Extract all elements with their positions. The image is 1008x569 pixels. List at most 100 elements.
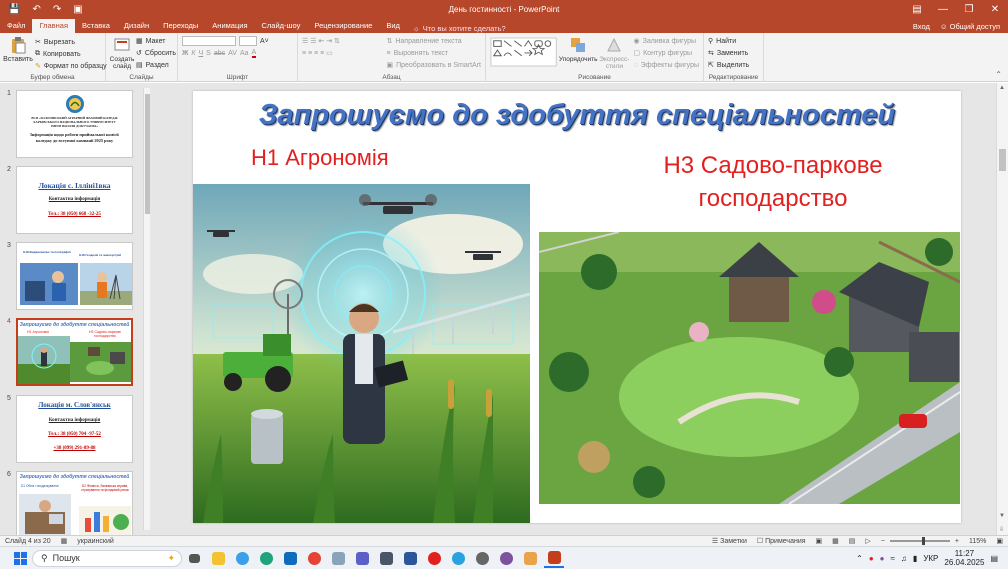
bold-button[interactable]: Ж: [182, 50, 188, 57]
strikethrough-button[interactable]: abc: [214, 50, 225, 57]
taskbar-app-calculator[interactable]: [376, 548, 396, 568]
tab-home[interactable]: Главная: [32, 19, 75, 33]
volume-icon[interactable]: ♫: [901, 554, 907, 563]
clock[interactable]: 11:27 26.04.2025: [944, 549, 984, 567]
font-name-field[interactable]: [182, 36, 236, 46]
shadow-button[interactable]: S: [206, 50, 211, 57]
format-painter-button[interactable]: ✎ Формат по образцу: [35, 60, 107, 72]
select-button[interactable]: ⇱ Выделить: [708, 59, 759, 71]
sign-in-link[interactable]: Вход: [913, 20, 930, 33]
slideshow-icon[interactable]: ▷: [860, 537, 875, 545]
zoom-in-icon[interactable]: +: [950, 538, 964, 545]
reset-button[interactable]: ↺ Сбросить: [136, 47, 176, 59]
font-size-field[interactable]: [239, 36, 257, 46]
reading-view-icon[interactable]: ▤: [844, 537, 861, 545]
specialty-landscape[interactable]: Н3 Садово-паркове господарство: [603, 149, 943, 215]
slide-sorter-icon[interactable]: ▦: [827, 537, 844, 545]
collapse-ribbon-icon[interactable]: ⌃: [995, 70, 1002, 79]
spacing-button[interactable]: AV: [228, 50, 237, 57]
next-slide-icon[interactable]: ⇩: [999, 526, 1004, 533]
cut-button[interactable]: ✂ Вырезать: [35, 36, 107, 48]
taskbar-app-opera[interactable]: [424, 548, 444, 568]
align-buttons[interactable]: ≡ ≡ ≡ ≡ ▭: [302, 47, 382, 59]
find-button[interactable]: ⚲ Найти: [708, 35, 759, 47]
present-icon[interactable]: ▣: [73, 4, 82, 15]
shape-fill-button[interactable]: ◉ Заливка фигуры: [633, 35, 699, 47]
shape-effects-button[interactable]: ◌ Эффекты фигуры: [633, 59, 699, 71]
input-language[interactable]: УКР: [923, 554, 938, 563]
save-icon[interactable]: 💾: [8, 4, 20, 15]
wifi-icon[interactable]: ≈: [891, 554, 895, 563]
taskbar-app-file-explorer[interactable]: [208, 548, 228, 568]
battery-icon[interactable]: ▮: [913, 554, 917, 563]
taskbar-app-chrome[interactable]: [304, 548, 324, 568]
thumbnail-scrollbar[interactable]: [143, 88, 150, 530]
taskbar-search[interactable]: ⚲ Пошук ✦: [32, 549, 182, 567]
tell-me-box[interactable]: ☼ Что вы хотите сделать?: [407, 24, 506, 33]
list-buttons[interactable]: ☰ ☰ ⇤ ⇥ ⇅: [302, 35, 382, 47]
share-button[interactable]: ☺ Общий доступ: [940, 20, 1000, 33]
zoom-slider[interactable]: [889, 537, 950, 545]
spellcheck-icon[interactable]: ▦: [56, 537, 73, 545]
taskbar-app-edge[interactable]: [256, 548, 276, 568]
specialty-agronomy[interactable]: Н1 Агрономія: [251, 145, 389, 171]
tab-slideshow[interactable]: Слайд-шоу: [255, 19, 308, 33]
notes-button[interactable]: ☰ Заметки: [707, 537, 752, 545]
tab-animations[interactable]: Анимация: [205, 19, 254, 33]
fit-slide-icon[interactable]: ▣: [991, 537, 1008, 545]
taskbar-app-copilot[interactable]: [232, 548, 252, 568]
taskbar-app-viber[interactable]: [496, 548, 516, 568]
scroll-down-icon[interactable]: ▼: [999, 513, 1005, 519]
ribbon-display-icon[interactable]: ▤: [904, 0, 930, 19]
normal-view-icon[interactable]: ▣: [811, 537, 828, 545]
align-text-button[interactable]: ≡ Выровнять текст: [386, 47, 481, 59]
zoom-out-icon[interactable]: −: [876, 538, 890, 545]
tray-app-icon[interactable]: ●: [880, 554, 885, 563]
restore-icon[interactable]: ❐: [956, 0, 982, 19]
italic-button[interactable]: К: [191, 50, 195, 57]
replace-button[interactable]: ⇆ Заменить: [708, 47, 759, 59]
start-button[interactable]: [10, 548, 30, 568]
task-view-button[interactable]: [184, 548, 204, 568]
text-direction-button[interactable]: ⇅ Направление текста: [386, 35, 481, 47]
tab-transitions[interactable]: Переходы: [156, 19, 205, 33]
tab-design[interactable]: Дизайн: [117, 19, 156, 33]
thumbnail-scroll-thumb[interactable]: [145, 94, 150, 214]
vertical-scrollbar[interactable]: ▲ ▼ ⇩: [996, 83, 1008, 535]
tab-file[interactable]: Файл: [0, 19, 32, 33]
section-button[interactable]: ▤ Раздел: [136, 59, 176, 71]
undo-icon[interactable]: ↶: [32, 4, 40, 15]
taskbar-app-powerpoint[interactable]: [544, 548, 564, 568]
notifications-icon[interactable]: ▤: [990, 554, 998, 563]
grow-font-icon[interactable]: A˅: [260, 38, 269, 45]
taskbar-app-telegram[interactable]: [448, 548, 468, 568]
close-icon[interactable]: ✕: [982, 0, 1008, 19]
language-indicator[interactable]: украинский: [72, 538, 119, 545]
agronomy-image[interactable]: [193, 184, 530, 523]
tab-insert[interactable]: Вставка: [75, 19, 117, 33]
shapes-gallery[interactable]: [490, 36, 557, 68]
zoom-level[interactable]: 115%: [964, 538, 991, 545]
copy-button[interactable]: ⧉ Копировать: [35, 48, 107, 60]
tab-review[interactable]: Рецензирование: [307, 19, 379, 33]
zoom-slider-thumb[interactable]: [921, 537, 925, 545]
slide-canvas[interactable]: Запрошуємо до здобуття спеціальностей Н1…: [193, 91, 961, 523]
change-case-button[interactable]: Aa: [240, 50, 249, 57]
tray-expand-icon[interactable]: ⌃: [856, 554, 863, 563]
underline-button[interactable]: Ч: [198, 50, 203, 57]
taskbar-app-settings[interactable]: [472, 548, 492, 568]
minimize-icon[interactable]: —: [930, 0, 956, 19]
tray-app-icon[interactable]: ●: [869, 554, 874, 563]
shape-outline-button[interactable]: ▢ Контур фигуры: [633, 47, 699, 59]
convert-smartart-button[interactable]: ▣ Преобразовать в SmartArt: [386, 59, 481, 71]
font-color-button[interactable]: A: [251, 49, 257, 58]
taskbar-app-word[interactable]: [400, 548, 420, 568]
layout-button[interactable]: ▦ Макет: [136, 35, 176, 47]
taskbar-app-photos[interactable]: [520, 548, 540, 568]
taskbar-app-pen[interactable]: [328, 548, 348, 568]
slide-title[interactable]: Запрошуємо до здобуття спеціальностей: [193, 99, 961, 132]
vertical-scroll-thumb[interactable]: [999, 149, 1006, 171]
garden-image[interactable]: [539, 232, 960, 504]
taskbar-app-outlook[interactable]: [280, 548, 300, 568]
redo-icon[interactable]: ↷: [53, 4, 61, 15]
